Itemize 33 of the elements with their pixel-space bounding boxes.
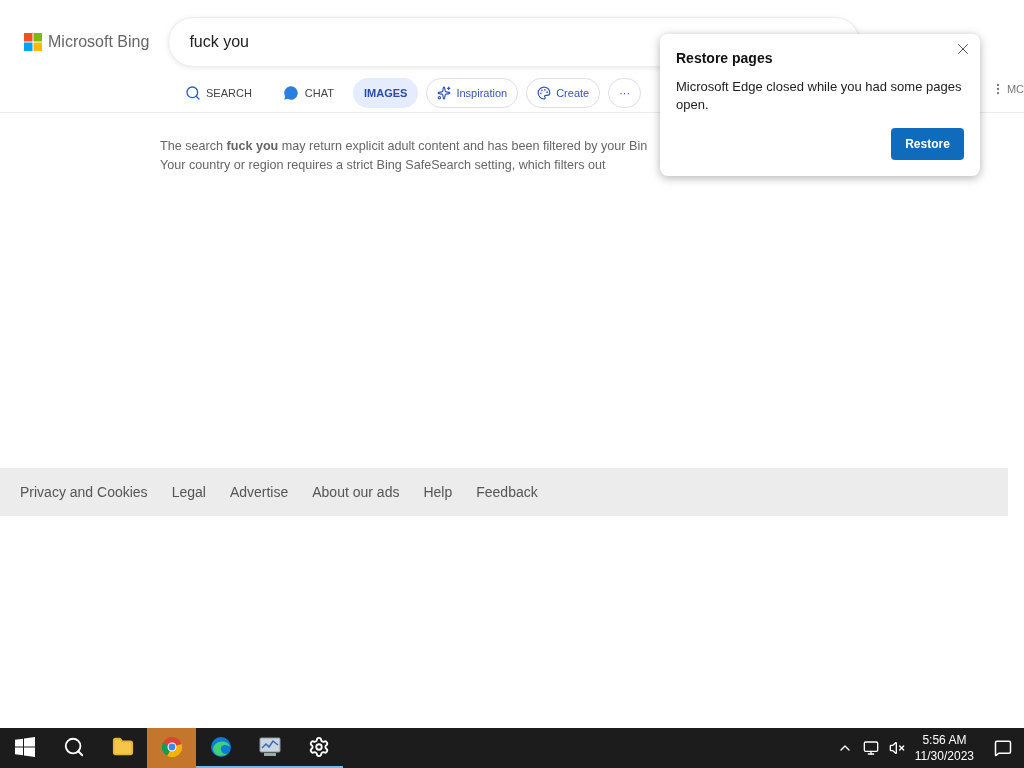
footer-link[interactable]: Privacy and Cookies: [20, 484, 148, 500]
notification-icon[interactable]: [994, 739, 1012, 757]
footer-link[interactable]: Help: [423, 484, 453, 500]
clock[interactable]: 5:56 AM 11/30/2023: [914, 732, 974, 764]
nav-tab[interactable]: Create: [526, 78, 601, 108]
palette-icon: [537, 86, 552, 100]
browser-circle-icon[interactable]: [160, 736, 183, 758]
wave-circle-icon[interactable]: [209, 736, 232, 758]
folder-icon[interactable]: [111, 736, 134, 758]
windows-start-icon[interactable]: [14, 737, 35, 757]
microsoft-logo-icon: [24, 33, 42, 51]
nav-tab[interactable]: ···: [608, 78, 642, 108]
bing-logo-text[interactable]: Microsoft Bing: [48, 33, 150, 51]
search-icon: [185, 85, 201, 101]
popup-text: Microsoft Edge closed while you had some pages open.: [676, 78, 963, 114]
more-menu-label[interactable]: MC: [1006, 83, 1024, 95]
footer-link[interactable]: Feedback: [476, 484, 538, 500]
popup-title: Restore pages: [676, 50, 774, 66]
volume-muted-icon[interactable]: [888, 740, 905, 756]
monitor-chart-icon[interactable]: [257, 736, 282, 758]
nav-tab[interactable]: IMAGES: [353, 78, 419, 108]
footer-link[interactable]: Legal: [171, 484, 206, 500]
network-icon[interactable]: [862, 740, 879, 756]
footer-link[interactable]: About our ads: [312, 484, 400, 500]
safesearch-message: The search fuck you may return explicit adult content and has been filtered by your Bin: [160, 138, 648, 155]
footer-link[interactable]: Advertise: [229, 484, 289, 500]
search-icon[interactable]: [62, 736, 85, 758]
chat-bubble-icon: [281, 84, 300, 102]
nav-tab[interactable]: Inspiration: [426, 78, 519, 108]
settings-icon[interactable]: [307, 736, 330, 758]
sparkle-icon: [437, 86, 452, 100]
safesearch-message: Your country or region requires a strict Bing SafeSearch setting, which filters out: [160, 157, 606, 174]
restore-button[interactable]: Restore: [891, 128, 964, 160]
